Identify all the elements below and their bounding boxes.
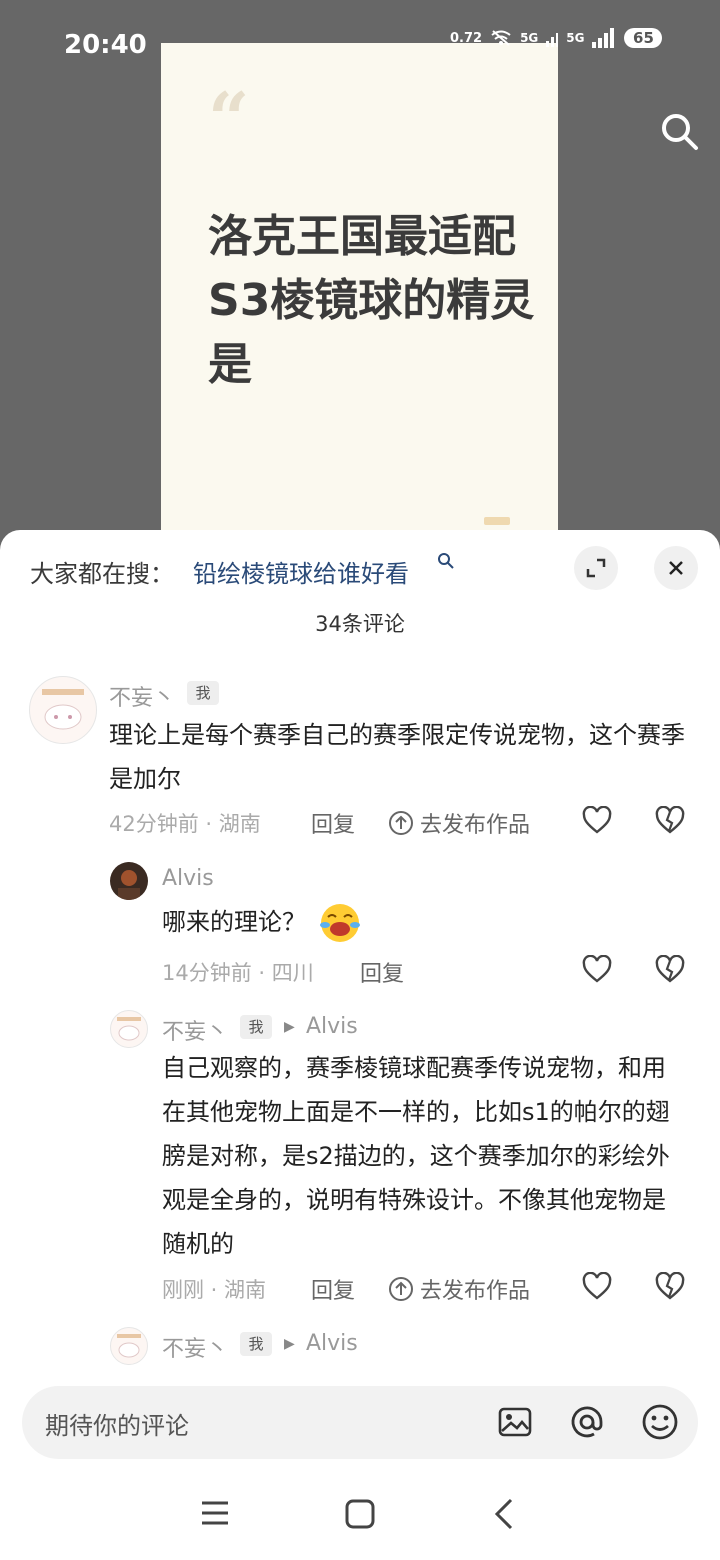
reply-to-username[interactable]: Alvis <box>306 1014 358 1039</box>
publish-work-button[interactable]: 去发布作品 <box>388 1273 530 1305</box>
me-badge: 我 <box>240 1332 272 1356</box>
expand-icon <box>586 558 606 578</box>
card-decoration <box>484 517 510 525</box>
reply-button[interactable]: 回复 <box>311 807 355 839</box>
home-icon[interactable] <box>345 1499 375 1529</box>
close-button[interactable] <box>654 546 698 590</box>
comment-text: 自己观察的，赛季棱镜球配赛季传说宠物，和用在其他宠物上面是不一样的，比如s1的帕… <box>162 1054 670 1258</box>
comment-text: 哪来的理论？ <box>162 900 362 945</box>
dislike-icon[interactable] <box>655 1272 685 1300</box>
publish-label: 去发布作品 <box>420 813 531 838</box>
cat-avatar-icon <box>117 1334 141 1358</box>
comment-username[interactable]: Alvis <box>162 866 214 891</box>
network-type-1: 5G <box>520 31 539 45</box>
me-badge: 我 <box>240 1015 272 1039</box>
dark-avatar-icon <box>118 870 140 900</box>
image-icon[interactable] <box>497 1404 533 1440</box>
post-title: 洛克王国最适配S3棱镜球的精灵是 <box>208 211 535 390</box>
comment-sheet: 大家都在搜： 铅绘棱镜球给谁好看 34条评论 不妄丶 我 理论上是每个赛季自己的… <box>0 530 720 1559</box>
reply-button[interactable]: 回复 <box>311 1273 355 1305</box>
signal-icon-2 <box>592 28 615 48</box>
comment-username[interactable]: 不妄丶 <box>109 680 175 712</box>
system-nav-bar <box>0 1480 720 1560</box>
dislike-icon[interactable] <box>655 955 685 983</box>
reply-arrow-icon: ▶ <box>284 1019 295 1035</box>
reply-arrow-icon: ▶ <box>284 1336 295 1352</box>
expand-button[interactable] <box>574 546 618 590</box>
like-icon[interactable] <box>582 955 612 983</box>
comment-meta: 刚刚 · 湖南 <box>162 1278 267 1302</box>
comment-input-placeholder: 期待你的评论 <box>45 1412 189 1440</box>
avatar[interactable] <box>110 1010 148 1048</box>
network-type-2: 5G <box>566 31 585 45</box>
status-time: 20:40 <box>64 30 147 60</box>
quote-mark-icon: “ <box>208 76 250 161</box>
comment-meta: 42分钟前 · 湖南 <box>109 812 261 836</box>
comment-count: 34条评论 <box>315 612 405 636</box>
avatar[interactable] <box>29 676 97 744</box>
at-mention-icon[interactable] <box>568 1403 606 1441</box>
publish-label: 去发布作品 <box>420 1279 531 1304</box>
status-icons: 0.72 5G 5G 65 <box>450 28 663 48</box>
post-card[interactable]: “ 洛克王国最适配S3棱镜球的精灵是 <box>161 43 558 560</box>
like-icon[interactable] <box>582 806 612 834</box>
hot-search-link[interactable]: 铅绘棱镜球给谁好看 <box>193 554 409 589</box>
upload-icon <box>389 1277 413 1301</box>
avatar[interactable] <box>110 1327 148 1365</box>
upload-icon <box>389 811 413 835</box>
network-speed: 0.72 <box>450 30 483 46</box>
signal-icon-1 <box>546 33 559 47</box>
like-icon[interactable] <box>582 1272 612 1300</box>
comment-text-content: 哪来的理论？ <box>162 908 306 936</box>
search-icon[interactable] <box>658 110 700 152</box>
wifi-off-icon <box>491 30 511 46</box>
avatar[interactable] <box>110 862 148 900</box>
me-badge: 我 <box>187 681 219 705</box>
reply-to-username[interactable]: Alvis <box>306 1331 358 1356</box>
search-small-icon <box>438 553 454 569</box>
status-bar: 20:40 0.72 5G 5G 65 <box>0 0 720 90</box>
publish-work-button[interactable]: 去发布作品 <box>388 807 530 839</box>
comment-username[interactable]: 不妄丶 <box>162 1014 228 1046</box>
cat-avatar-icon <box>117 1017 141 1041</box>
dislike-icon[interactable] <box>655 806 685 834</box>
back-icon[interactable] <box>494 1498 514 1530</box>
close-icon <box>669 561 683 575</box>
emoji-icon[interactable] <box>641 1403 679 1441</box>
battery-icon: 65 <box>624 28 663 48</box>
comment-meta: 14分钟前 · 四川 <box>162 961 314 985</box>
reply-button[interactable]: 回复 <box>360 956 404 988</box>
menu-icon[interactable] <box>201 1500 229 1526</box>
laugh-cry-emoji-icon <box>319 904 360 942</box>
cat-avatar-icon <box>42 689 84 730</box>
hot-search-label: 大家都在搜： <box>30 560 174 588</box>
comment-username[interactable]: 不妄丶 <box>162 1331 228 1363</box>
comment-input[interactable]: 期待你的评论 <box>22 1386 698 1459</box>
comment-text: 理论上是每个赛季自己的赛季限定传说宠物，这个赛季是加尔 <box>109 721 685 793</box>
